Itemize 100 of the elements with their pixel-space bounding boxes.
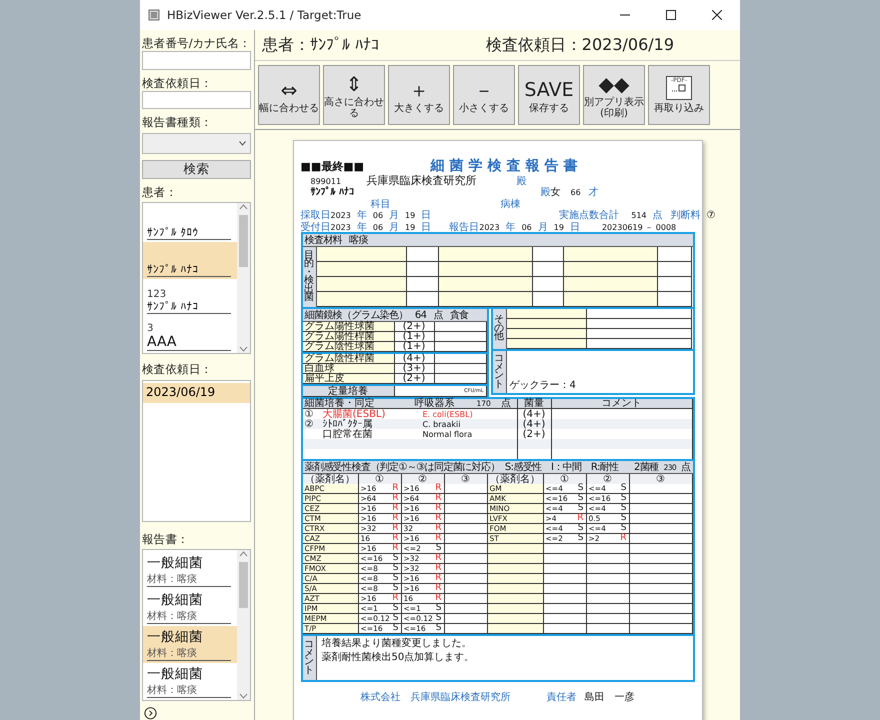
- judgment-mark: S: [578, 504, 584, 513]
- label-text: コメント: [494, 355, 504, 389]
- judgment-mark: R: [435, 504, 442, 513]
- judgment-mark: S: [392, 574, 398, 583]
- judgment-mark: S: [620, 514, 626, 523]
- report-status: ■■最終■■: [300, 159, 366, 174]
- judgment-mark: R: [392, 494, 398, 503]
- table-cell: [533, 262, 564, 277]
- table-cell: [544, 564, 586, 574]
- label-text: 目的・検出菌: [304, 252, 314, 302]
- patient-id: 3: [147, 323, 154, 334]
- judgment-mark: R: [435, 514, 442, 523]
- maximize-icon: [666, 10, 676, 20]
- table-cell: 扁平上皮: [302, 374, 394, 384]
- field-label: 検査依頼日：: [142, 76, 214, 92]
- report-number: 20230619 － 0008: [602, 222, 676, 233]
- judgment-mark: R: [435, 524, 442, 533]
- table-cell: [406, 277, 438, 292]
- app-icon: [148, 9, 160, 21]
- table-cell: [488, 584, 544, 594]
- toolbar-button[interactable]: － 小さくする: [453, 65, 515, 125]
- header-text: 細菌培養・同定: [304, 399, 374, 408]
- table-cell: [488, 544, 544, 554]
- patient-name: ｻﾝﾌﾟﾙ ﾊﾅｺ: [310, 186, 355, 198]
- table-cell: (3+): [394, 364, 434, 374]
- organism-name: ｼﾄﾛﾊﾞｸﾀｰ属: [322, 420, 374, 428]
- scrollbar-thumb[interactable]: [239, 562, 248, 608]
- table-cell: (1+): [394, 342, 434, 352]
- organism-name: 大腸菌(ESBL): [322, 410, 386, 418]
- manager-label: 責任者: [546, 690, 576, 704]
- header-text: 64: [414, 310, 426, 320]
- date-field[interactable]: [142, 91, 251, 110]
- patient-name: ｻﾝﾌﾟﾙ ﾊﾅｺ: [147, 263, 231, 278]
- header-text: 細菌鏡検（グラム染色）: [304, 310, 408, 320]
- scrollbar-thumb[interactable]: [239, 215, 248, 268]
- date-label: 報告日: [449, 220, 480, 234]
- table-cell: グラム陽性桿菌: [302, 332, 394, 342]
- table-cell: [518, 439, 552, 449]
- expand-icon[interactable]: [144, 707, 157, 720]
- judgment-mark: R: [435, 554, 442, 563]
- field-label: 患者番号/カナ氏名：: [142, 36, 252, 52]
- scroll-down-icon[interactable]: [239, 345, 248, 354]
- toolbar-button[interactable]: SAVE 保存する: [518, 65, 580, 125]
- row-number: ②: [304, 420, 314, 428]
- judgment-mark: S: [436, 544, 442, 553]
- date-value: 2023: [330, 223, 351, 232]
- field-label: 報告書：: [142, 532, 190, 548]
- table-cell: [544, 604, 586, 614]
- report-title: 一般細菌: [147, 665, 204, 684]
- button-label: 幅に合わせる: [259, 102, 319, 114]
- sp-number: 899011: [310, 177, 342, 186]
- table-cell: (2+): [394, 322, 434, 332]
- date-unit: 月: [538, 221, 548, 234]
- toolbar-button[interactable]: ＋ 大きくする: [388, 65, 450, 125]
- table-cell: 白血球: [302, 364, 394, 374]
- judgment-mark: S: [392, 564, 398, 573]
- date-unit: 日: [421, 209, 432, 222]
- age-unit: 才: [588, 186, 599, 199]
- scroll-up-icon[interactable]: [239, 203, 248, 212]
- toolbar-button[interactable]: ⇕ 高さに合わせる: [323, 65, 385, 125]
- header-text: 貪食: [450, 310, 469, 320]
- judgment-mark: S: [436, 614, 442, 623]
- field-label: 患者：: [142, 185, 178, 200]
- points-label: 実施点数合計: [559, 208, 620, 222]
- date-unit: 月: [389, 221, 400, 234]
- table-cell: [544, 594, 586, 604]
- comment-line: 培養結果より菌種変更しました。: [322, 638, 472, 649]
- field-label: 報告書種類：: [142, 115, 214, 131]
- judgment-mark: R: [620, 534, 626, 543]
- toolbar-symbol: －: [474, 76, 494, 102]
- patient-list-item[interactable]: ｻﾝﾌﾟﾙ ﾊﾅｺ: [143, 242, 237, 280]
- report-type-dropdown[interactable]: [142, 132, 251, 154]
- report-list-item[interactable]: 一般細菌 材料：喀痰: [143, 626, 237, 664]
- judgment-mark: R: [435, 574, 442, 583]
- report-material: 材料：喀痰: [147, 572, 231, 588]
- manager-name: 島田 一彦: [584, 690, 634, 704]
- table-cell: (2+): [518, 429, 552, 439]
- judgment-mark: S: [392, 554, 398, 563]
- date-unit: 日: [421, 221, 432, 234]
- judgment-mark: R: [392, 594, 398, 603]
- date-value: 19: [405, 223, 416, 232]
- judgment-mark: R: [435, 594, 442, 603]
- scroll-down-icon[interactable]: [239, 692, 248, 700]
- table-cell: [544, 554, 586, 564]
- search-button[interactable]: 検索: [142, 160, 251, 180]
- company-name: 株式会社 兵庫県臨床検査研究所: [360, 690, 510, 704]
- close-icon: [712, 10, 722, 20]
- toolbar-symbol: ＋: [409, 76, 429, 102]
- patient-search-field[interactable]: [142, 51, 251, 70]
- date-value: 19: [554, 223, 564, 232]
- scroll-up-icon[interactable]: [239, 550, 248, 558]
- toolbar-button[interactable]: ⇔ 幅に合わせる: [258, 65, 320, 125]
- table-cell: グラム陰性球菌: [302, 342, 394, 352]
- toolbar-button[interactable]: ◆◆ 別アプリ表示 (印刷): [583, 65, 645, 125]
- table-cell: [586, 614, 630, 624]
- date-list-item[interactable]: 2023/06/19: [143, 382, 250, 403]
- field-label: 科目: [370, 198, 390, 210]
- table-cell: [488, 554, 544, 564]
- toolbar-symbol: ⇕: [346, 71, 362, 97]
- window-title: HBizViewer Ver.2.5.1 / Target:True: [167, 8, 362, 22]
